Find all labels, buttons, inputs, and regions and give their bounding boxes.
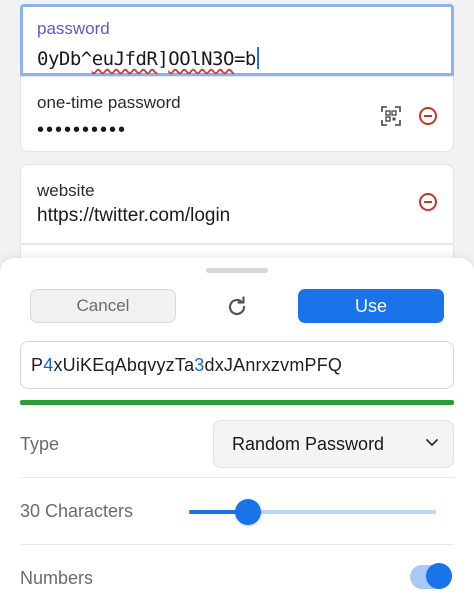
toggle-knob — [426, 563, 452, 589]
password-letters: P — [31, 354, 44, 375]
password-generator-sheet: Cancel Use P 4 xUiKEqAbqvyzTa 3 dxJAnrxzvmPF… — [0, 258, 474, 612]
remove-otp-button[interactable] — [419, 107, 437, 125]
type-select[interactable]: Random Password — [213, 420, 454, 468]
website-label: website — [37, 181, 95, 200]
password-digit: 4 — [43, 354, 54, 375]
qr-scan-icon[interactable] — [381, 106, 401, 126]
password-text-segment: ] — [157, 48, 169, 70]
spellcheck-segment: OOlN3O — [168, 48, 234, 70]
password-text-segment: =b — [233, 48, 256, 70]
website-field[interactable]: website https://twitter.com/login — [20, 164, 454, 244]
chevron-down-icon — [426, 439, 438, 446]
password-digit: 3 — [194, 354, 205, 375]
otp-value: •••••••••• — [37, 119, 128, 141]
website-value: https://twitter.com/login — [37, 205, 231, 226]
use-button[interactable]: Use — [298, 289, 444, 323]
text-caret — [256, 47, 259, 69]
spellcheck-segment: euJfdR — [91, 48, 158, 70]
numbers-toggle[interactable] — [410, 563, 452, 589]
divider — [20, 544, 454, 545]
length-slider-thumb[interactable] — [235, 499, 262, 525]
password-letters: xUiKEqAbqvyzTa — [53, 354, 195, 375]
password-field[interactable]: password 0yDb^euJfdR]OOlN3O=b — [20, 4, 454, 76]
password-label: password — [37, 19, 110, 38]
item-fields-list: password 0yDb^euJfdR]OOlN3O=b one-time p… — [0, 0, 474, 264]
remove-website-button[interactable] — [419, 193, 437, 211]
length-label: 30 Characters — [20, 501, 134, 521]
sheet-grabber[interactable] — [206, 268, 268, 273]
otp-label: one-time password — [37, 93, 181, 112]
divider — [20, 477, 454, 478]
otp-field[interactable]: one-time password •••••••••• — [20, 76, 454, 152]
strength-meter — [20, 400, 454, 405]
refresh-icon[interactable] — [224, 294, 250, 320]
generated-password-field[interactable]: P 4 xUiKEqAbqvyzTa 3 dxJAnrxzvmPFQ — [20, 341, 454, 389]
password-text-segment: 0yDb^ — [37, 48, 92, 70]
cancel-button[interactable]: Cancel — [30, 289, 176, 323]
password-letters: dxJAnrxzvmPFQ — [204, 354, 343, 375]
type-select-value: Random Password — [232, 433, 385, 454]
type-label: Type — [20, 434, 60, 454]
numbers-label: Numbers — [20, 568, 94, 588]
password-value[interactable]: 0yDb^euJfdR]OOlN3O=b — [37, 47, 259, 70]
